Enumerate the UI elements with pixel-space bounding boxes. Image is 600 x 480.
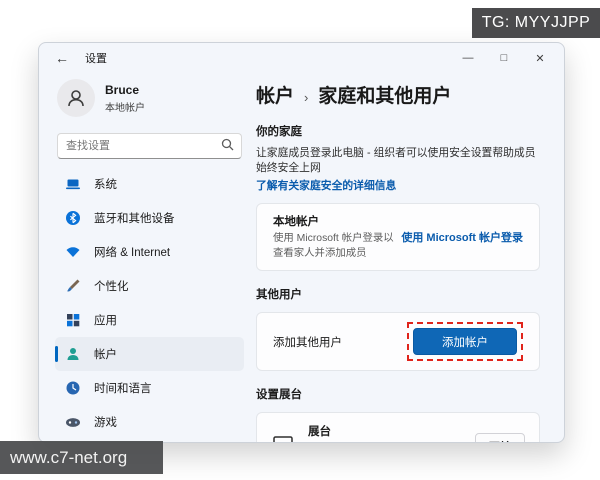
page-title: 家庭和其他用户 (318, 86, 452, 107)
breadcrumb: 帐户 › 家庭和其他用户 (256, 81, 540, 108)
sidebar-item-apps[interactable]: 应用 (55, 303, 244, 337)
local-account-card: 本地帐户 使用 Microsoft 帐户登录以查看家人并添加成员 使用 Micr… (256, 203, 540, 272)
sidebar-item-label: 游戏 (94, 417, 117, 429)
window-controls: — □ ✕ (450, 45, 558, 71)
user-avatar-icon (57, 79, 95, 117)
add-account-button[interactable]: 添加帐户 (413, 328, 517, 356)
local-account-subtitle: 使用 Microsoft 帐户登录以查看家人并添加成员 (273, 233, 394, 259)
chevron-right-icon: › (304, 90, 309, 105)
breadcrumb-accounts[interactable]: 帐户 (256, 81, 294, 108)
get-started-button[interactable]: 开始 (475, 432, 525, 442)
gamepad-icon (65, 414, 81, 430)
kiosk-title: 展台 (308, 426, 331, 439)
sidebar-item-personalization[interactable]: 个性化 (55, 269, 244, 303)
sidebar-item-network[interactable]: 网络 & Internet (55, 235, 244, 269)
maximize-button[interactable]: □ (486, 45, 522, 71)
close-button[interactable]: ✕ (522, 45, 558, 71)
family-safety-link[interactable]: 了解有关家庭安全的详细信息 (256, 177, 540, 193)
search-box (57, 133, 242, 159)
search-icon (221, 138, 234, 156)
family-description: 让家庭成员登录此电脑 - 组织者可以使用安全设置帮助成员始终安全上网 (256, 147, 536, 175)
sidebar-item-label: 蓝牙和其他设备 (94, 213, 175, 225)
apps-icon (65, 312, 81, 328)
back-button[interactable]: ← (55, 50, 69, 66)
sidebar-item-gaming[interactable]: 游戏 (55, 405, 244, 439)
local-account-title: 本地帐户 (273, 216, 319, 229)
laptop-icon (65, 176, 81, 192)
tg-badge: TG: MYYJJPP (472, 8, 600, 38)
add-other-user-label: 添加其他用户 (273, 336, 342, 349)
watermark: www.c7-net.org (0, 441, 163, 474)
sidebar-item-label: 个性化 (94, 281, 129, 293)
kiosk-section-title: 设置展台 (256, 389, 302, 402)
bluetooth-icon (65, 210, 81, 226)
titlebar: ← 设置 — □ ✕ (39, 43, 564, 73)
sidebar-item-label: 时间和语言 (94, 383, 152, 395)
settings-window: ← 设置 — □ ✕ Bruce 本地帐户 查找设置 系统 蓝牙和其他设备 网络… (38, 42, 565, 443)
add-user-card: 添加其他用户 添加帐户 (256, 312, 540, 372)
kiosk-icon (271, 433, 295, 442)
window-title: 设置 (85, 53, 107, 65)
sidebar-nav: 系统 蓝牙和其他设备 网络 & Internet 个性化 应用 帐户 时间和语言… (55, 167, 244, 442)
sidebar: Bruce 本地帐户 查找设置 系统 蓝牙和其他设备 网络 & Internet… (39, 73, 254, 442)
annotation-highlight: 添加帐户 (407, 322, 523, 362)
user-name: Bruce (105, 82, 140, 97)
minimize-button[interactable]: — (450, 45, 486, 71)
main-content: 帐户 › 家庭和其他用户 你的家庭 让家庭成员登录此电脑 - 组织者可以使用安全… (254, 73, 564, 443)
search-input[interactable] (57, 133, 242, 159)
sidebar-item-time-language[interactable]: 时间和语言 (55, 371, 244, 405)
user-account-type: 本地帐户 (105, 102, 145, 114)
person-icon (65, 346, 81, 362)
sidebar-item-label: 网络 & Internet (94, 247, 171, 259)
sidebar-item-label: 帐户 (94, 349, 117, 361)
kiosk-card: 展台 将此设备转换为展台以用作数字签名、交互式显示器或其他用途 开始 (256, 412, 540, 443)
wifi-icon (65, 244, 81, 260)
sidebar-item-bluetooth[interactable]: 蓝牙和其他设备 (55, 201, 244, 235)
sign-in-microsoft-link[interactable]: 使用 Microsoft 帐户登录 (401, 229, 523, 245)
sidebar-item-system[interactable]: 系统 (55, 167, 244, 201)
brush-icon (65, 278, 81, 294)
sidebar-item-accounts[interactable]: 帐户 (55, 337, 244, 371)
other-users-section-title: 其他用户 (256, 289, 302, 302)
family-section-title: 你的家庭 (256, 126, 302, 138)
sidebar-item-label: 应用 (94, 315, 117, 327)
sidebar-item-label: 系统 (94, 179, 117, 191)
user-profile[interactable]: Bruce 本地帐户 (55, 75, 244, 121)
clock-globe-icon (65, 380, 81, 396)
kiosk-subtitle: 将此设备转换为展台以用作数字签名、交互式显示器或其他用途 (308, 442, 462, 443)
